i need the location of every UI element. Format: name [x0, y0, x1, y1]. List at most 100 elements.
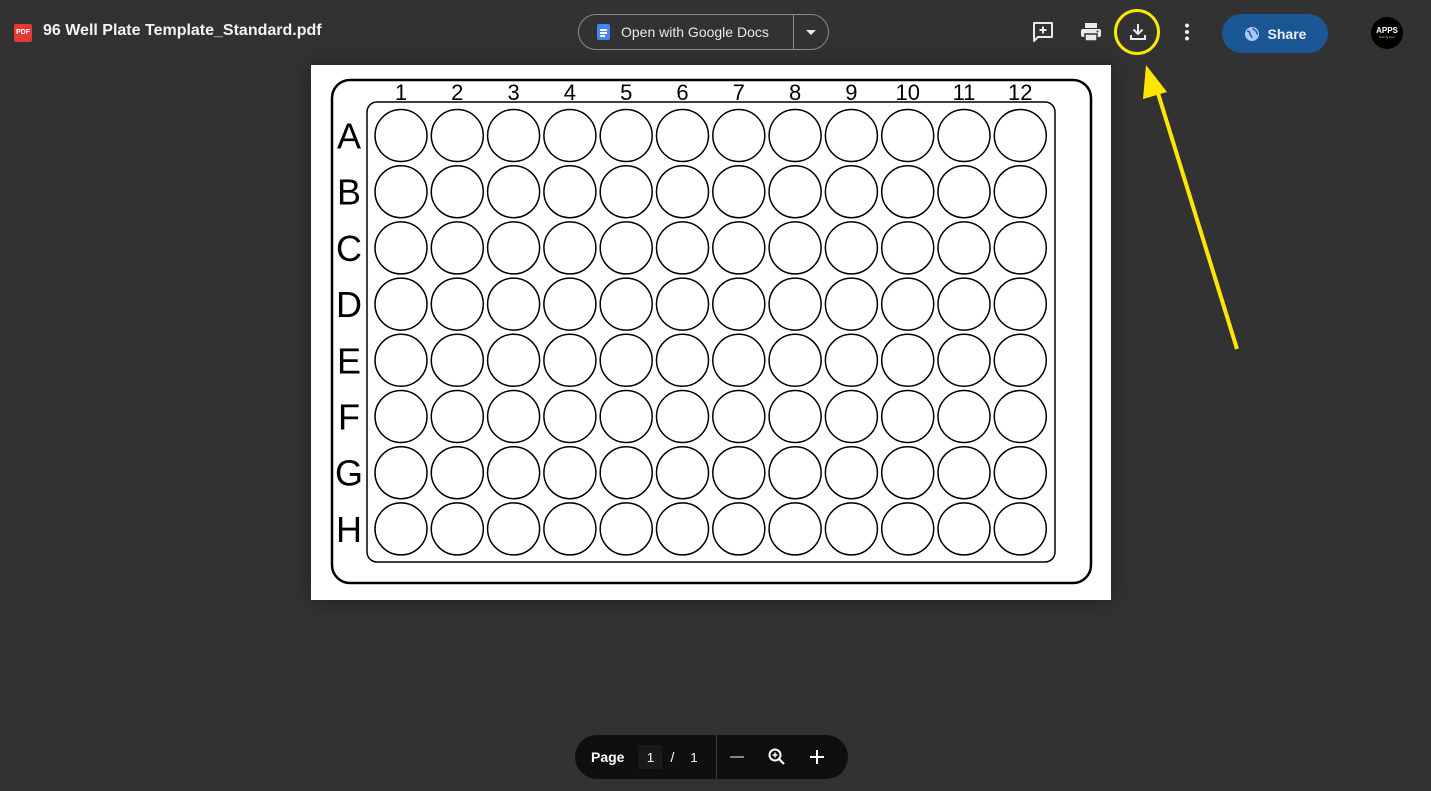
well — [430, 221, 485, 275]
well — [655, 502, 710, 556]
caret-down-icon — [806, 29, 816, 35]
column-label: 11 — [953, 80, 976, 105]
well — [993, 164, 1048, 219]
share-button[interactable]: Share — [1222, 14, 1328, 53]
column-label: 12 — [1008, 80, 1032, 105]
well — [486, 445, 541, 500]
well — [712, 108, 766, 163]
column-label: 2 — [451, 80, 463, 105]
page-separator: / — [670, 749, 675, 765]
current-page-input[interactable]: 1 — [638, 745, 663, 769]
well — [768, 108, 822, 163]
plus-icon — [809, 750, 824, 764]
zoom-fit-button[interactable] — [757, 735, 797, 779]
well — [712, 164, 766, 219]
download-button[interactable] — [1122, 16, 1154, 48]
well — [880, 164, 935, 219]
well — [712, 333, 766, 388]
well — [712, 445, 766, 500]
file-title: 96 Well Plate Template_Standard.pdf — [43, 22, 322, 39]
zoom-out-button[interactable] — [717, 735, 757, 779]
column-label: 7 — [733, 80, 745, 105]
well — [712, 502, 766, 556]
well — [824, 445, 879, 500]
well — [768, 445, 822, 500]
well — [993, 502, 1048, 556]
well — [374, 108, 428, 163]
well — [993, 389, 1048, 444]
download-icon — [1130, 24, 1146, 40]
well — [543, 502, 597, 556]
well — [993, 221, 1048, 275]
column-label: 6 — [676, 80, 688, 105]
row-label: G — [335, 453, 363, 494]
avatar-text: APPS — [1376, 26, 1398, 35]
well — [599, 108, 653, 163]
open-with-label: Open with Google Docs — [621, 24, 769, 40]
well-plate-template: 1 2 3 4 5 6 7 8 9 10 11 12ABCDEFGH — [330, 78, 1093, 585]
zoom-in-button[interactable] — [797, 735, 837, 779]
add-comment-button[interactable] — [1027, 16, 1059, 48]
well — [824, 164, 879, 219]
well — [543, 277, 597, 331]
pdf-page: 1 2 3 4 5 6 7 8 9 10 11 12 A B C D E F G H — [311, 65, 1111, 600]
well — [880, 389, 935, 444]
well — [374, 445, 428, 500]
well — [880, 277, 935, 331]
well — [486, 164, 541, 219]
open-with-google-docs-button[interactable]: Open with Google Docs — [579, 15, 793, 49]
well — [937, 502, 991, 556]
column-label: 4 — [564, 80, 576, 105]
well — [880, 445, 935, 500]
add-comment-icon — [1033, 22, 1053, 42]
well — [599, 333, 653, 388]
well — [768, 333, 822, 388]
well — [543, 389, 597, 444]
well — [655, 333, 710, 388]
well — [543, 164, 597, 219]
avatar-subtext: that deliver — [1378, 35, 1395, 39]
well — [768, 389, 822, 444]
well — [486, 277, 541, 331]
more-options-button[interactable] — [1171, 16, 1203, 48]
well — [430, 333, 485, 388]
minus-icon — [729, 756, 744, 758]
column-label: 8 — [789, 80, 801, 105]
arrow-head — [1143, 65, 1167, 99]
column-label: 10 — [895, 80, 919, 105]
arrow-shaft — [1155, 89, 1239, 350]
print-icon — [1081, 23, 1101, 42]
row-label: E — [337, 340, 361, 381]
well — [374, 333, 428, 388]
total-pages: 1 — [690, 749, 698, 765]
viewer-toolbar: PDF 96 Well Plate Template_Standard.pdf … — [0, 0, 1431, 64]
open-with-control: Open with Google Docs — [578, 14, 829, 50]
well — [599, 445, 653, 500]
well — [430, 108, 485, 163]
well — [655, 445, 710, 500]
well — [655, 389, 710, 444]
open-with-dropdown-button[interactable] — [794, 29, 828, 35]
account-avatar[interactable]: APPS that deliver — [1371, 17, 1403, 49]
well — [937, 389, 991, 444]
well — [430, 164, 485, 219]
row-label: C — [336, 228, 362, 269]
well — [880, 502, 935, 556]
print-button[interactable] — [1075, 16, 1107, 48]
well — [937, 164, 991, 219]
well — [374, 502, 428, 556]
more-vert-icon — [1185, 23, 1189, 41]
well — [824, 221, 879, 275]
well — [374, 221, 428, 275]
well — [937, 108, 991, 163]
page-label: Page — [591, 749, 625, 765]
row-label: A — [337, 116, 361, 157]
well — [599, 164, 653, 219]
row-label: F — [338, 397, 360, 438]
column-label: 9 — [845, 80, 857, 105]
row-label: D — [336, 284, 362, 325]
well — [768, 164, 822, 219]
well — [824, 333, 879, 388]
column-label: 5 — [620, 80, 632, 105]
column-label: 3 — [507, 80, 519, 105]
